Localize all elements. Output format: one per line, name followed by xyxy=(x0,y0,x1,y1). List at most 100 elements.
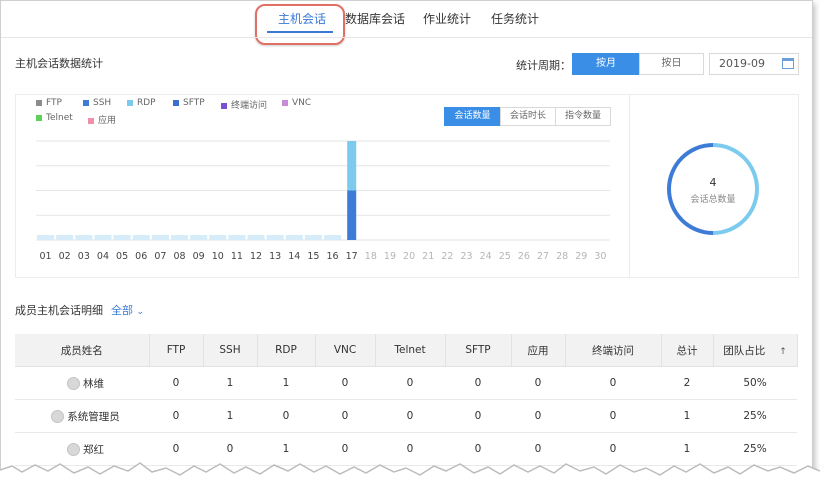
filter-label: 全部 xyxy=(111,304,133,317)
member-filter-dropdown[interactable]: 全部 ⌄ xyxy=(111,302,144,318)
x-tick-label: 10 xyxy=(212,251,224,262)
member-name-cell: 林维 xyxy=(15,366,149,400)
sort-arrow-icon[interactable]: ↑ xyxy=(779,347,787,357)
x-tick-label: 12 xyxy=(250,251,262,262)
col-header-ssh[interactable]: SSH xyxy=(203,334,258,367)
table-header-row: 成员姓名 FTP SSH RDP VNC Telnet SFTP 应用 终端访问… xyxy=(15,334,798,367)
x-tick-label: 21 xyxy=(422,251,434,262)
avatar xyxy=(51,410,65,423)
empty-bar xyxy=(324,235,342,240)
empty-bar xyxy=(266,235,284,240)
member-name: 系统管理员 xyxy=(67,410,120,423)
col-header-rdp[interactable]: RDP xyxy=(257,334,316,367)
table-cell: 0 xyxy=(375,366,445,400)
empty-bar xyxy=(94,235,112,240)
col-header-share-label: 团队占比 xyxy=(723,344,766,357)
chart-divider xyxy=(629,95,630,277)
x-tick-label: 28 xyxy=(556,251,568,262)
table-cell: 1 xyxy=(257,366,315,400)
tab-job-stats[interactable]: 作业统计 xyxy=(423,10,471,27)
x-tick-label: 17 xyxy=(346,251,358,262)
bar-rdp-17[interactable] xyxy=(347,141,357,191)
x-tick-label: 24 xyxy=(480,251,492,262)
empty-bar xyxy=(285,235,303,240)
empty-bar xyxy=(56,235,74,240)
avatar xyxy=(67,377,80,390)
x-tick-label: 04 xyxy=(97,251,109,262)
table-cell: 25% xyxy=(713,399,797,433)
x-tick-label: 07 xyxy=(154,251,166,262)
session-bar-chart: 01 02 03 04 05 06 07 08 09 10 11 12 13 14 15 16 17 18 19 20… xyxy=(36,140,610,262)
tab-task-stats[interactable]: 任务统计 xyxy=(491,10,539,27)
x-tick-label: 13 xyxy=(269,251,281,262)
empty-bar xyxy=(228,235,246,240)
col-header-ftp[interactable]: FTP xyxy=(149,334,204,367)
x-tick-label: 01 xyxy=(40,251,52,262)
donut-total-label: 会话总数量 xyxy=(690,195,736,205)
x-tick-label: 03 xyxy=(78,251,90,262)
member-name: 林维 xyxy=(83,377,104,390)
table-cell: 0 xyxy=(565,366,661,400)
empty-bar xyxy=(132,235,150,240)
period-label: 统计周期： xyxy=(516,59,571,72)
date-value: 2019-09 xyxy=(719,57,765,70)
header-divider xyxy=(1,37,812,38)
table-cell: 0 xyxy=(511,399,565,433)
x-tick-label: 29 xyxy=(575,251,587,262)
table-cell: 0 xyxy=(511,366,565,400)
table-cell: 0 xyxy=(315,399,375,433)
x-tick-label: 02 xyxy=(59,251,71,262)
table-cell: 0 xyxy=(315,366,375,400)
torn-paper-edge xyxy=(0,462,820,495)
period-monthly-button[interactable]: 按月 xyxy=(572,53,640,75)
col-header-telnet[interactable]: Telnet xyxy=(375,334,446,367)
x-tick-label: 23 xyxy=(460,251,472,262)
app-frame: 主机会话 数据库会话 作业统计 任务统计 主机会话数据统计 统计周期： 按月 按… xyxy=(0,0,813,480)
col-header-share[interactable]: 团队占比 ↑ xyxy=(713,334,798,367)
table-cell: 0 xyxy=(375,399,445,433)
tab-db-session[interactable]: 数据库会话 xyxy=(345,10,405,27)
empty-bar xyxy=(247,235,265,240)
col-header-name[interactable]: 成员姓名 xyxy=(15,334,150,367)
chart-panel: FTP SSH RDP SFTP 终端访问 VNC Telnet 应用 会话数量… xyxy=(15,94,799,278)
empty-bar xyxy=(209,235,227,240)
empty-bar xyxy=(37,235,55,240)
tab-highlight-annotation xyxy=(255,4,345,45)
x-tick-label: 25 xyxy=(499,251,511,262)
col-header-sftp[interactable]: SFTP xyxy=(445,334,512,367)
empty-bar xyxy=(75,235,93,240)
calendar-icon[interactable] xyxy=(782,58,794,69)
bar-ssh-17[interactable] xyxy=(347,190,357,241)
x-tick-label: 18 xyxy=(365,251,377,262)
session-total-donut: 4 会话总数量 xyxy=(667,143,759,235)
period-daily-button[interactable]: 按日 xyxy=(639,53,704,75)
x-tick-label: 16 xyxy=(327,251,339,262)
x-tick-label: 06 xyxy=(135,251,147,262)
member-session-table: 成员姓名 FTP SSH RDP VNC Telnet SFTP 应用 终端访问… xyxy=(15,334,798,466)
x-tick-label: 26 xyxy=(518,251,530,262)
member-name-cell: 系统管理员 xyxy=(15,399,149,433)
x-tick-label: 08 xyxy=(173,251,185,262)
col-header-vnc[interactable]: VNC xyxy=(315,334,376,367)
empty-bar xyxy=(190,235,208,240)
tab-bar: 主机会话 数据库会话 作业统计 任务统计 xyxy=(1,1,812,45)
x-tick-label: 09 xyxy=(193,251,205,262)
x-tick-label: 22 xyxy=(441,251,453,262)
x-tick-label: 15 xyxy=(307,251,319,262)
table-cell: 0 xyxy=(565,399,661,433)
date-picker[interactable]: 2019-09 xyxy=(709,53,799,75)
col-header-app[interactable]: 应用 xyxy=(511,334,566,367)
table-cell: 0 xyxy=(257,399,315,433)
table-row: 系统管理员 0 1 0 0 0 0 0 0 1 25% xyxy=(15,399,797,433)
donut-total-value: 4 xyxy=(709,176,717,189)
x-tick-label: 30 xyxy=(594,251,606,262)
donut-hole: 4 会话总数量 xyxy=(671,147,755,231)
x-tick-label: 05 xyxy=(116,251,128,262)
empty-bar xyxy=(151,235,169,240)
chevron-down-icon: ⌄ xyxy=(136,307,145,317)
col-header-total[interactable]: 总计 xyxy=(661,334,714,367)
table-cell: 0 xyxy=(149,399,203,433)
table-cell: 1 xyxy=(203,399,257,433)
x-tick-label: 14 xyxy=(288,251,300,262)
col-header-terminal[interactable]: 终端访问 xyxy=(565,334,662,367)
